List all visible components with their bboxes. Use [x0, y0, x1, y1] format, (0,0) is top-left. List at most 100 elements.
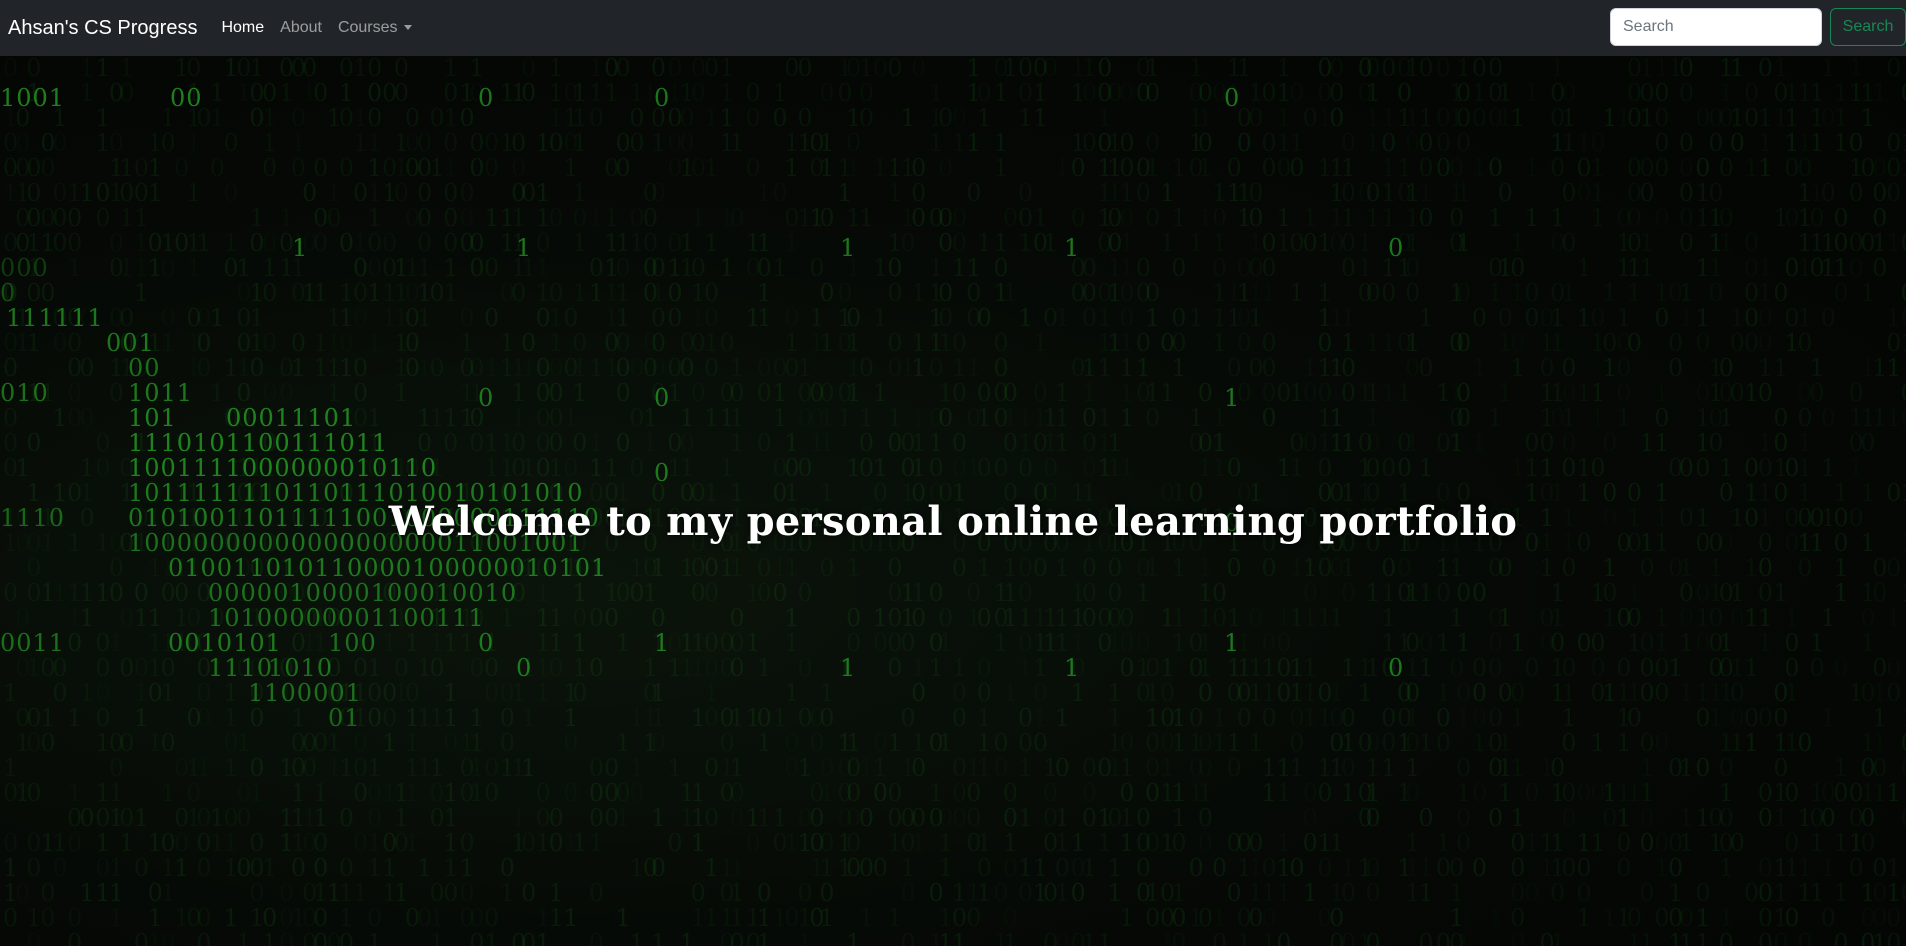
svg-text:1: 1 [911, 429, 926, 457]
svg-text:0: 0 [651, 854, 666, 882]
svg-text:1: 1 [134, 704, 149, 732]
svg-text:1: 1 [1849, 454, 1864, 482]
svg-text:0: 0 [1576, 854, 1591, 882]
svg-text:1: 1 [873, 304, 888, 332]
svg-text:0: 0 [516, 654, 531, 682]
svg-text:1: 1 [1198, 654, 1213, 682]
svg-text:0: 0 [1189, 854, 1204, 882]
svg-text:1: 1 [819, 129, 834, 157]
svg-text:0: 0 [1003, 779, 1018, 807]
svg-text:1: 1 [1590, 179, 1605, 207]
svg-text:1: 1 [1602, 779, 1617, 807]
svg-text:0: 0 [291, 854, 306, 882]
svg-text:1: 1 [1524, 204, 1539, 232]
svg-text:0: 0 [1341, 579, 1356, 607]
svg-text:0: 0 [1616, 354, 1631, 382]
brand-link[interactable]: Ahsan's CS Progress [8, 17, 197, 40]
svg-text:0: 0 [459, 179, 474, 207]
nav-link-home[interactable]: Home [213, 19, 272, 37]
svg-text:1: 1 [1510, 454, 1525, 482]
svg-text:0: 0 [1561, 554, 1576, 582]
svg-text:1: 1 [443, 829, 458, 857]
svg-text:0: 0 [262, 329, 277, 357]
svg-text:0: 0 [1303, 579, 1318, 607]
svg-text:1: 1 [819, 154, 834, 182]
svg-text:1: 1 [966, 129, 981, 157]
nav-links: Home About Courses [213, 19, 419, 37]
svg-text:0: 0 [952, 679, 967, 707]
svg-text:0: 0 [1730, 604, 1745, 632]
svg-text:0000010000100010010: 0000010000100010010 [208, 579, 517, 607]
svg-text:1: 1 [367, 854, 382, 882]
svg-text:1: 1 [952, 254, 967, 282]
svg-text:0: 0 [367, 254, 382, 282]
svg-text:0: 0 [26, 179, 41, 207]
svg-text:1: 1 [1397, 154, 1412, 182]
svg-text:0: 0 [1860, 429, 1875, 457]
svg-text:1: 1 [1018, 804, 1033, 832]
svg-text:0: 0 [966, 804, 981, 832]
svg-text:1: 1 [549, 904, 564, 932]
svg-text:0: 0 [1797, 929, 1812, 946]
nav-link-about[interactable]: About [272, 19, 330, 37]
svg-text:1: 1 [484, 454, 499, 482]
svg-text:0: 0 [1171, 829, 1186, 857]
svg-text:1: 1 [1018, 404, 1033, 432]
svg-text:0: 0 [887, 254, 902, 282]
svg-text:0: 0 [1654, 204, 1669, 232]
svg-text:1: 1 [443, 704, 458, 732]
svg-text:0: 0 [616, 429, 631, 457]
svg-text:1: 1 [148, 904, 163, 932]
svg-text:1: 1 [1107, 854, 1122, 882]
svg-text:0: 0 [1261, 629, 1276, 657]
svg-text:0: 0 [1317, 779, 1332, 807]
svg-text:0: 0 [1510, 829, 1525, 857]
svg-text:0: 0 [1033, 554, 1048, 582]
svg-text:111111: 111111 [6, 304, 104, 332]
svg-text:1: 1 [1033, 329, 1048, 357]
svg-text:1: 1 [604, 79, 619, 107]
svg-text:0: 0 [549, 204, 564, 232]
search-input[interactable] [1610, 8, 1822, 46]
svg-text:1: 1 [291, 354, 306, 382]
svg-text:0: 0 [1809, 204, 1824, 232]
svg-text:1: 1 [1590, 204, 1605, 232]
svg-text:0: 0 [1488, 629, 1503, 657]
svg-text:1: 1 [1303, 679, 1318, 707]
svg-text:1: 1 [1341, 554, 1356, 582]
svg-text:0: 0 [443, 429, 458, 457]
svg-text:1: 1 [729, 429, 744, 457]
svg-text:1: 1 [1224, 629, 1239, 657]
svg-text:1: 1 [784, 329, 799, 357]
svg-text:0: 0 [1797, 329, 1812, 357]
svg-text:0: 0 [511, 429, 526, 457]
svg-text:0: 0 [1784, 829, 1799, 857]
svg-text:0: 0 [339, 229, 354, 257]
svg-text:0: 0 [119, 654, 134, 682]
svg-text:0: 0 [1018, 879, 1033, 907]
svg-text:0: 0 [719, 729, 734, 757]
svg-text:1: 1 [729, 904, 744, 932]
svg-text:0: 0 [797, 579, 812, 607]
svg-text:0: 0 [1341, 754, 1356, 782]
search-button[interactable]: Search [1830, 8, 1906, 46]
svg-text:1: 1 [757, 654, 772, 682]
svg-text:1: 1 [79, 79, 94, 107]
nav-dropdown-courses[interactable]: Courses [330, 19, 420, 37]
svg-text:0: 0 [1303, 429, 1318, 457]
svg-text:0: 0 [704, 304, 719, 332]
svg-text:1: 1 [1171, 204, 1186, 232]
svg-text:1: 1 [511, 804, 526, 832]
svg-text:0: 0 [1145, 404, 1160, 432]
svg-text:0: 0 [572, 604, 587, 632]
svg-text:1: 1 [729, 854, 744, 882]
svg-text:0: 0 [1237, 129, 1252, 157]
svg-text:0: 0 [846, 304, 861, 332]
svg-text:0: 0 [563, 454, 578, 482]
svg-text:1: 1 [977, 754, 992, 782]
svg-text:1: 1 [929, 254, 944, 282]
svg-text:1: 1 [993, 129, 1008, 157]
svg-text:1: 1 [279, 79, 294, 107]
svg-text:0: 0 [1276, 929, 1291, 946]
svg-text:1: 1 [837, 179, 852, 207]
